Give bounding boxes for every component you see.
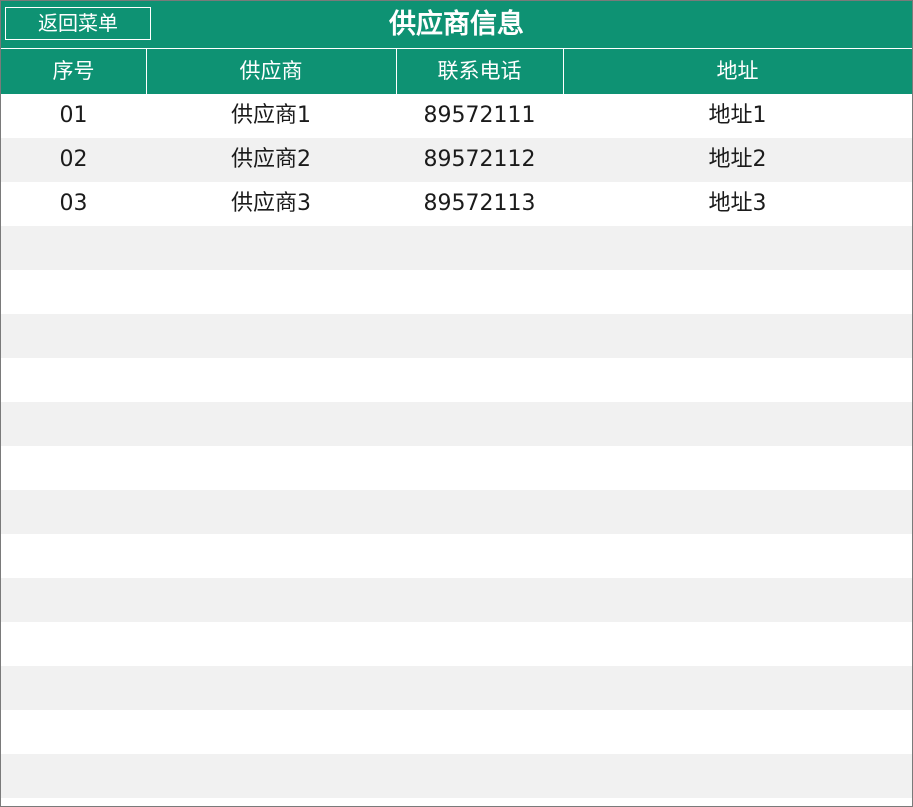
back-to-menu-button[interactable]: 返回菜单 (5, 7, 151, 40)
empty-row[interactable] (1, 270, 912, 314)
cell-address[interactable]: 地址3 (563, 182, 912, 226)
cell-supplier[interactable]: 供应商3 (146, 182, 396, 226)
empty-row[interactable] (1, 226, 912, 270)
column-header-address[interactable]: 地址 (563, 49, 912, 94)
empty-row[interactable] (1, 710, 912, 754)
title-bar: 返回菜单 供应商信息 (1, 1, 912, 48)
supplier-window: 返回菜单 供应商信息 序号 供应商 联系电话 地址 01 供应商1 895721… (0, 0, 913, 807)
cell-phone[interactable]: 89572113 (396, 182, 563, 226)
empty-row[interactable] (1, 314, 912, 358)
cell-phone[interactable]: 89572111 (396, 94, 563, 138)
empty-row[interactable] (1, 446, 912, 490)
empty-row[interactable] (1, 490, 912, 534)
table-header: 序号 供应商 联系电话 地址 (1, 49, 912, 94)
table-body: 01 供应商1 89572111 地址1 02 供应商2 89572112 地址… (1, 94, 912, 798)
cell-address[interactable]: 地址1 (563, 94, 912, 138)
column-header-supplier[interactable]: 供应商 (146, 49, 396, 94)
cell-no[interactable]: 01 (1, 94, 146, 138)
empty-row[interactable] (1, 622, 912, 666)
cell-no[interactable]: 02 (1, 138, 146, 182)
cell-phone[interactable]: 89572112 (396, 138, 563, 182)
empty-row[interactable] (1, 578, 912, 622)
table-row[interactable]: 03 供应商3 89572113 地址3 (1, 182, 912, 226)
empty-row[interactable] (1, 666, 912, 710)
cell-no[interactable]: 03 (1, 182, 146, 226)
cell-address[interactable]: 地址2 (563, 138, 912, 182)
empty-row[interactable] (1, 402, 912, 446)
column-header-no[interactable]: 序号 (1, 49, 146, 94)
cell-supplier[interactable]: 供应商2 (146, 138, 396, 182)
empty-row[interactable] (1, 754, 912, 798)
table-row[interactable]: 01 供应商1 89572111 地址1 (1, 94, 912, 138)
table-row[interactable]: 02 供应商2 89572112 地址2 (1, 138, 912, 182)
column-header-phone[interactable]: 联系电话 (396, 49, 563, 94)
empty-row[interactable] (1, 534, 912, 578)
empty-row[interactable] (1, 358, 912, 402)
cell-supplier[interactable]: 供应商1 (146, 94, 396, 138)
